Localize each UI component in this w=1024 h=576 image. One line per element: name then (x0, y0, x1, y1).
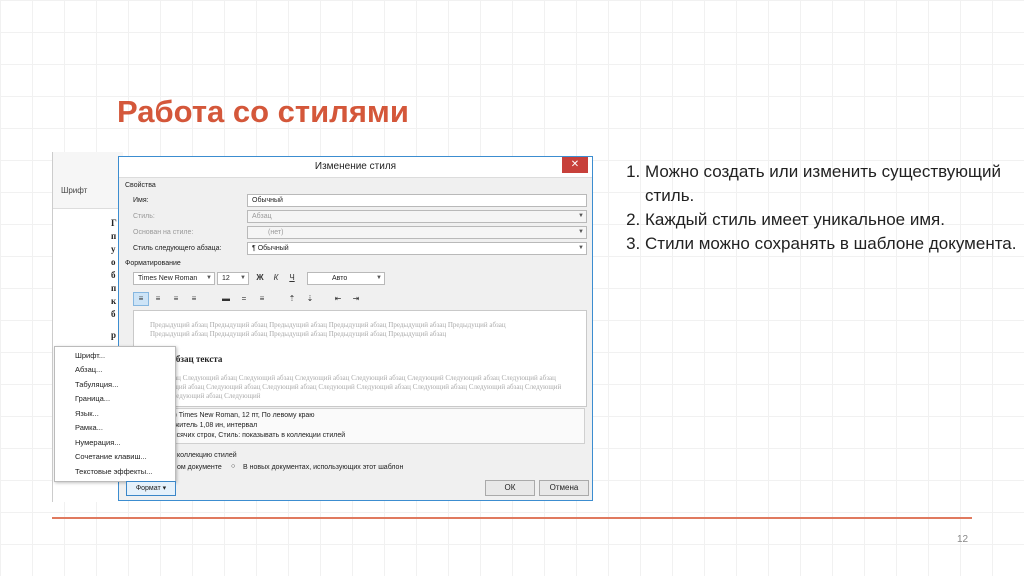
bullet-list: Можно создать или изменить существующий … (613, 160, 1024, 256)
style-type-select[interactable]: Абзац ▼ (247, 210, 587, 223)
word-ribbon: Шрифт (53, 152, 123, 209)
decrease-indent-icon[interactable]: ⇤ (331, 293, 345, 305)
bold-button[interactable]: Ж (253, 272, 267, 284)
font-select[interactable]: Times New Roman ▼ (133, 272, 215, 285)
document-text: Гпу обп кб рпп (111, 218, 117, 366)
style-type-label: Стиль: (133, 213, 155, 220)
menu-item-language[interactable]: Язык... (75, 409, 99, 418)
chevron-down-icon: ▼ (578, 213, 584, 219)
menu-item-text-effects[interactable]: Текстовые эффекты... (75, 467, 152, 476)
page-number: 12 (957, 534, 969, 545)
align-right-icon[interactable]: ≡ (169, 293, 183, 305)
add-to-gallery-checkbox[interactable]: коллекцию стилей (177, 452, 237, 459)
format-menu: Шрифт... Абзац... Табуляция... Граница..… (54, 346, 176, 482)
space-before-icon[interactable]: ⇡ (285, 293, 299, 305)
chevron-down-icon: ▼ (376, 275, 382, 281)
based-on-label: Основан на стиле: (133, 229, 194, 236)
chevron-down-icon: ▼ (578, 245, 584, 251)
cancel-button[interactable]: Отмена (539, 480, 589, 496)
preview-previous-paragraph: Предыдущий абзац Предыдущий абзац Предыд… (150, 321, 506, 338)
chevron-down-icon: ▼ (578, 229, 584, 235)
font-size-select[interactable]: 12 ▼ (217, 272, 249, 285)
list-item: Можно создать или изменить существующий … (645, 160, 1024, 208)
italic-button[interactable]: К (269, 272, 283, 284)
line-spacing-double-icon[interactable]: ≡ (255, 293, 269, 305)
next-style-select[interactable]: ¶ Обычный ▼ (247, 242, 587, 255)
font-color-select[interactable]: Авто ▼ (307, 272, 385, 285)
based-on-select[interactable]: (нет) ▼ (247, 226, 587, 239)
radio-icon[interactable]: ○ (231, 463, 235, 470)
style-preview: Предыдущий абзац Предыдущий абзац Предыд… (133, 310, 587, 407)
dialog-titlebar: Изменение стиля ✕ (119, 157, 592, 178)
chevron-down-icon: ▼ (206, 275, 212, 281)
line-spacing-onehalf-icon[interactable]: = (237, 293, 251, 305)
align-center-icon[interactable]: ≡ (151, 293, 165, 305)
menu-item-shortcut[interactable]: Сочетание клавиш... (75, 452, 147, 461)
formatting-label: Форматирование (125, 260, 181, 267)
slide-title: Работа со стилями (117, 94, 409, 129)
menu-item-frame[interactable]: Рамка... (75, 423, 103, 432)
new-documents-radio[interactable]: В новых документах, использующих этот ша… (243, 464, 403, 471)
align-left-icon[interactable]: ≡ (133, 292, 149, 306)
menu-item-numbering[interactable]: Нумерация... (75, 438, 121, 447)
space-after-icon[interactable]: ⇣ (303, 293, 317, 305)
chevron-down-icon: ▼ (240, 275, 246, 281)
properties-label: Свойства (125, 182, 156, 189)
menu-item-font[interactable]: Шрифт... (75, 351, 105, 360)
name-label: Имя: (133, 197, 149, 204)
align-justify-icon[interactable]: ≡ (187, 293, 201, 305)
preview-next-paragraph: щий абзац Следующий абзац Следующий абза… (150, 374, 562, 400)
dialog-title: Изменение стиля (314, 161, 397, 172)
ok-button[interactable]: ОК (485, 480, 535, 496)
underline-button[interactable]: Ч (285, 272, 299, 284)
increase-indent-icon[interactable]: ⇥ (349, 293, 363, 305)
footer-divider (52, 517, 972, 519)
line-spacing-single-icon[interactable]: ▬ (219, 293, 233, 305)
list-item: Стили можно сохранять в шаблоне документ… (645, 232, 1024, 256)
menu-item-tabs[interactable]: Табуляция... (75, 380, 118, 389)
next-style-label: Стиль следующего абзаца: (133, 245, 222, 252)
name-field[interactable]: Обычный (247, 194, 587, 207)
menu-item-paragraph[interactable]: Абзац... (75, 365, 102, 374)
format-button[interactable]: Формат ▾ (126, 481, 176, 496)
list-item: Каждый стиль имеет уникальное имя. (645, 208, 1024, 232)
ribbon-group-label: Шрифт (61, 186, 88, 195)
modify-style-dialog: Изменение стиля ✕ Свойства Имя: Обычный … (118, 156, 593, 501)
menu-item-border[interactable]: Граница... (75, 394, 110, 403)
style-description: умолчанию) Times New Roman, 12 пт, По ле… (133, 408, 585, 444)
only-this-document-radio[interactable]: ом документе (177, 464, 222, 471)
close-button[interactable]: ✕ (562, 157, 588, 173)
